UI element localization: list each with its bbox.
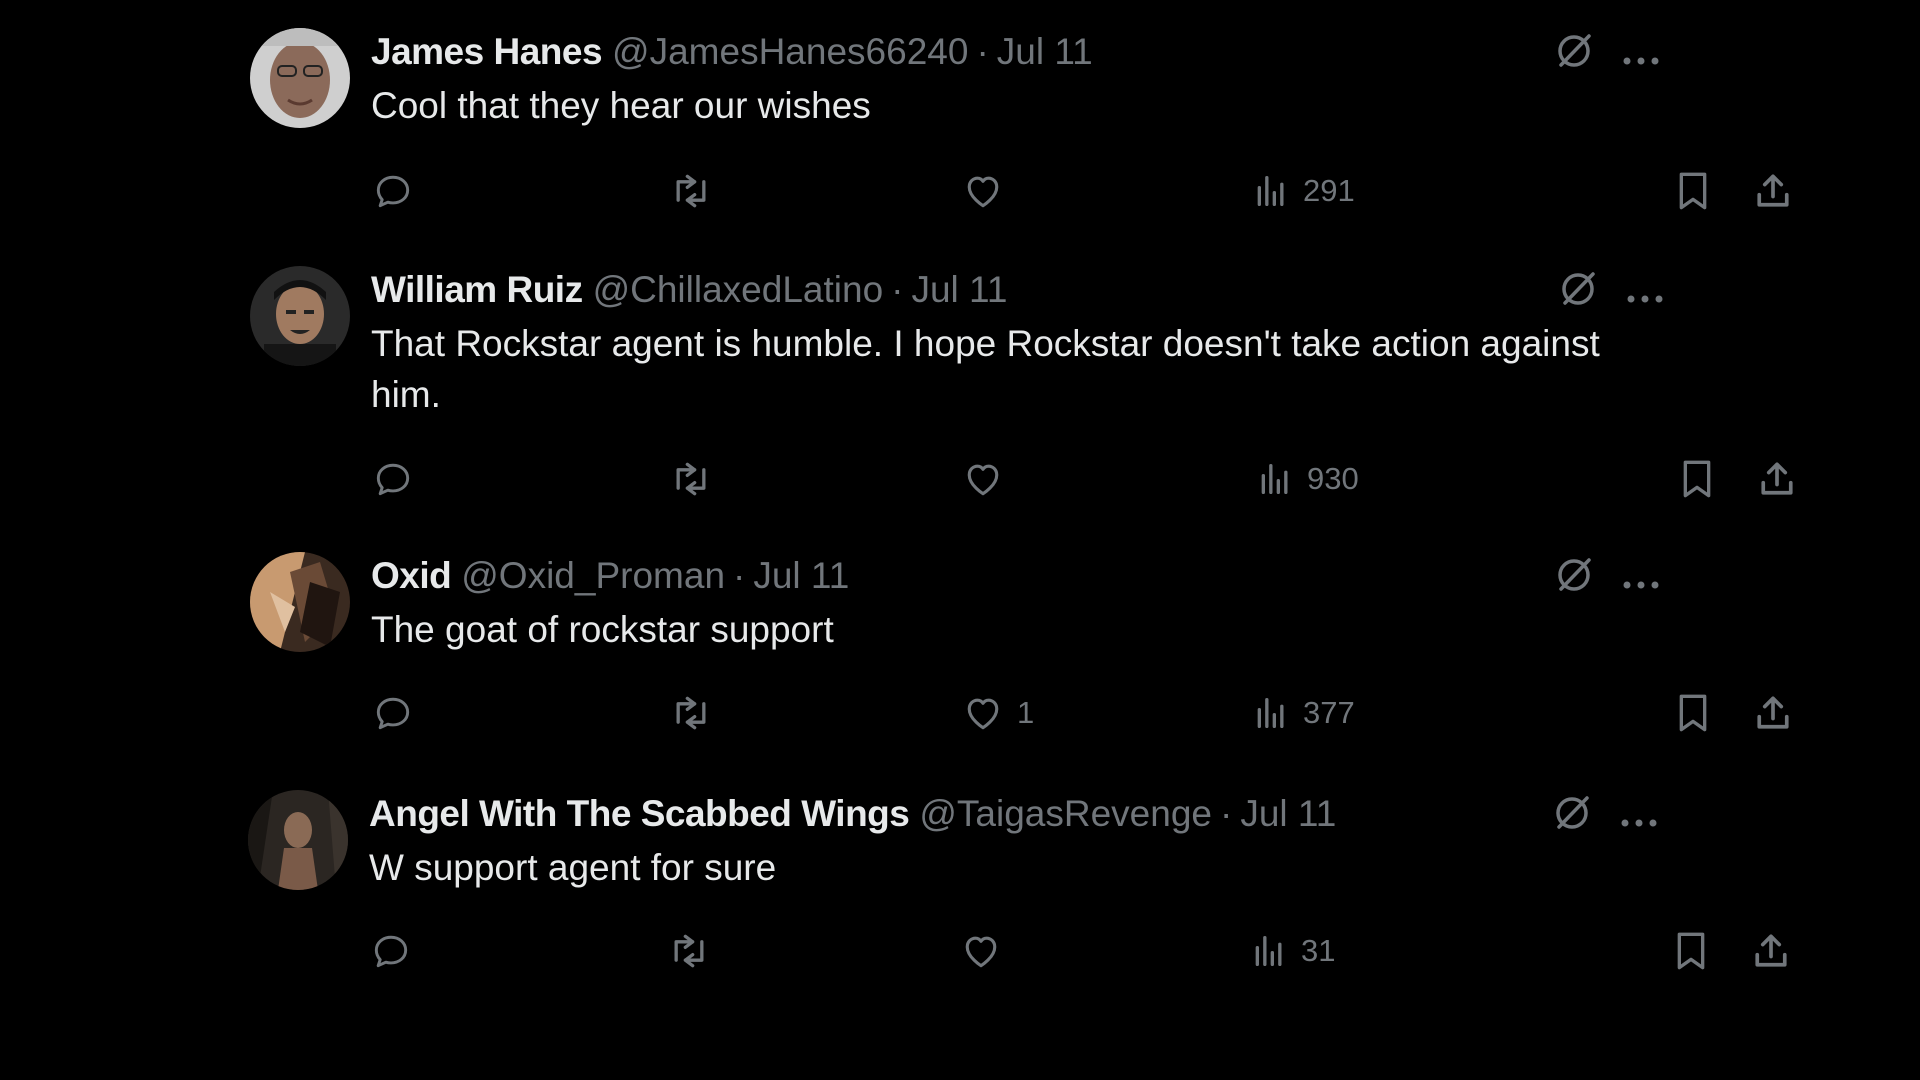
grok-icon[interactable]	[1553, 30, 1595, 81]
share-button[interactable]	[1751, 166, 1795, 216]
grok-icon[interactable]	[1551, 792, 1593, 843]
action-bar: 291	[371, 166, 1789, 216]
share-icon	[1749, 929, 1793, 973]
separator-dot: ·	[733, 555, 746, 596]
bookmark-button[interactable]	[1673, 166, 1713, 216]
retweet-icon	[665, 929, 713, 973]
view-count: 930	[1307, 461, 1359, 496]
views-icon	[1251, 169, 1291, 213]
like-button[interactable]	[961, 166, 1017, 216]
separator-dot: ·	[891, 269, 904, 310]
share-icon	[1751, 169, 1795, 213]
view-count: 31	[1301, 933, 1336, 968]
reply-button[interactable]	[371, 166, 415, 216]
heart-icon	[961, 169, 1005, 213]
like-button[interactable]	[959, 926, 1015, 976]
author-handle[interactable]: @ChillaxedLatino	[593, 269, 884, 311]
like-count: 1	[1017, 695, 1035, 730]
grok-icon[interactable]	[1553, 554, 1595, 605]
share-icon	[1755, 457, 1799, 501]
tweet-date[interactable]: Jul 11	[997, 31, 1093, 73]
retweet-icon	[667, 169, 715, 213]
tweet-date[interactable]: Jul 11	[911, 269, 1007, 311]
author-name[interactable]: William Ruiz	[371, 269, 583, 311]
heart-icon	[959, 929, 1003, 973]
view-count: 291	[1303, 173, 1355, 208]
author-handle[interactable]: @Oxid_Proman	[461, 555, 725, 597]
bookmark-button[interactable]	[1677, 454, 1717, 504]
views-icon	[1251, 691, 1291, 735]
views-button[interactable]: 291	[1251, 166, 1355, 216]
more-icon[interactable]	[1621, 559, 1661, 601]
bookmark-button[interactable]	[1671, 926, 1711, 976]
views-button[interactable]: 31	[1249, 926, 1335, 976]
reply-icon	[371, 457, 415, 501]
bookmark-icon	[1677, 456, 1717, 502]
separator-dot: ·	[976, 31, 989, 72]
reply-icon	[371, 691, 415, 735]
action-bar: 1 377	[371, 688, 1789, 738]
retweet-button[interactable]	[667, 688, 715, 738]
author-name[interactable]: James Hanes	[371, 31, 603, 73]
action-bar: 31	[369, 926, 1787, 976]
tweet-header: William Ruiz @ChillaxedLatino · Jul 11	[371, 266, 1663, 314]
tweet-text: The goat of rockstar support	[371, 609, 834, 650]
share-button[interactable]	[1751, 688, 1795, 738]
reply-icon	[369, 929, 413, 973]
views-button[interactable]: 930	[1255, 454, 1359, 504]
view-count: 377	[1303, 695, 1355, 730]
author-name[interactable]: Angel With The Scabbed Wings	[369, 793, 910, 835]
like-button[interactable]	[961, 454, 1017, 504]
bookmark-icon	[1673, 690, 1713, 736]
reply-button[interactable]	[371, 454, 415, 504]
bookmark-icon	[1673, 168, 1713, 214]
views-icon	[1255, 457, 1295, 501]
reply-icon	[371, 169, 415, 213]
author-handle[interactable]: @JamesHanes66240	[612, 31, 968, 73]
more-icon[interactable]	[1619, 797, 1659, 839]
tweet-date[interactable]: Jul 11	[1240, 793, 1336, 835]
more-icon[interactable]	[1625, 273, 1665, 315]
retweet-button[interactable]	[665, 926, 713, 976]
avatar[interactable]	[250, 552, 350, 652]
separator-dot: ·	[1219, 793, 1233, 834]
retweet-icon	[667, 457, 715, 501]
share-button[interactable]	[1749, 926, 1793, 976]
tweet-text: That Rockstar agent is humble. I hope Ro…	[371, 323, 1600, 415]
share-icon	[1751, 691, 1795, 735]
grok-icon[interactable]	[1557, 268, 1599, 319]
avatar[interactable]	[248, 790, 348, 890]
reply-button[interactable]	[371, 688, 415, 738]
tweet-date[interactable]: Jul 11	[753, 555, 849, 597]
tweet-header: Oxid @Oxid_Proman · Jul 11	[371, 552, 1661, 600]
tweet-text: W support agent for sure	[369, 847, 777, 888]
tweet-header: James Hanes @JamesHanes66240 · Jul 11	[371, 28, 1661, 76]
heart-icon	[961, 457, 1005, 501]
retweet-button[interactable]	[667, 454, 715, 504]
heart-icon	[961, 691, 1005, 735]
avatar[interactable]	[250, 266, 350, 366]
action-bar: 930	[371, 454, 1793, 504]
views-button[interactable]: 377	[1251, 688, 1355, 738]
reply-button[interactable]	[369, 926, 413, 976]
share-button[interactable]	[1755, 454, 1799, 504]
views-icon	[1249, 929, 1289, 973]
bookmark-button[interactable]	[1673, 688, 1713, 738]
author-name[interactable]: Oxid	[371, 555, 452, 597]
author-handle[interactable]: @TaigasRevenge	[919, 793, 1212, 835]
avatar[interactable]	[250, 28, 350, 128]
tweet-text: Cool that they hear our wishes	[371, 85, 871, 126]
retweet-button[interactable]	[667, 166, 715, 216]
more-icon[interactable]	[1621, 35, 1661, 77]
like-button[interactable]: 1	[961, 688, 1034, 738]
retweet-icon	[667, 691, 715, 735]
bookmark-icon	[1671, 928, 1711, 974]
tweet-header: Angel With The Scabbed Wings @TaigasReve…	[369, 790, 1659, 838]
